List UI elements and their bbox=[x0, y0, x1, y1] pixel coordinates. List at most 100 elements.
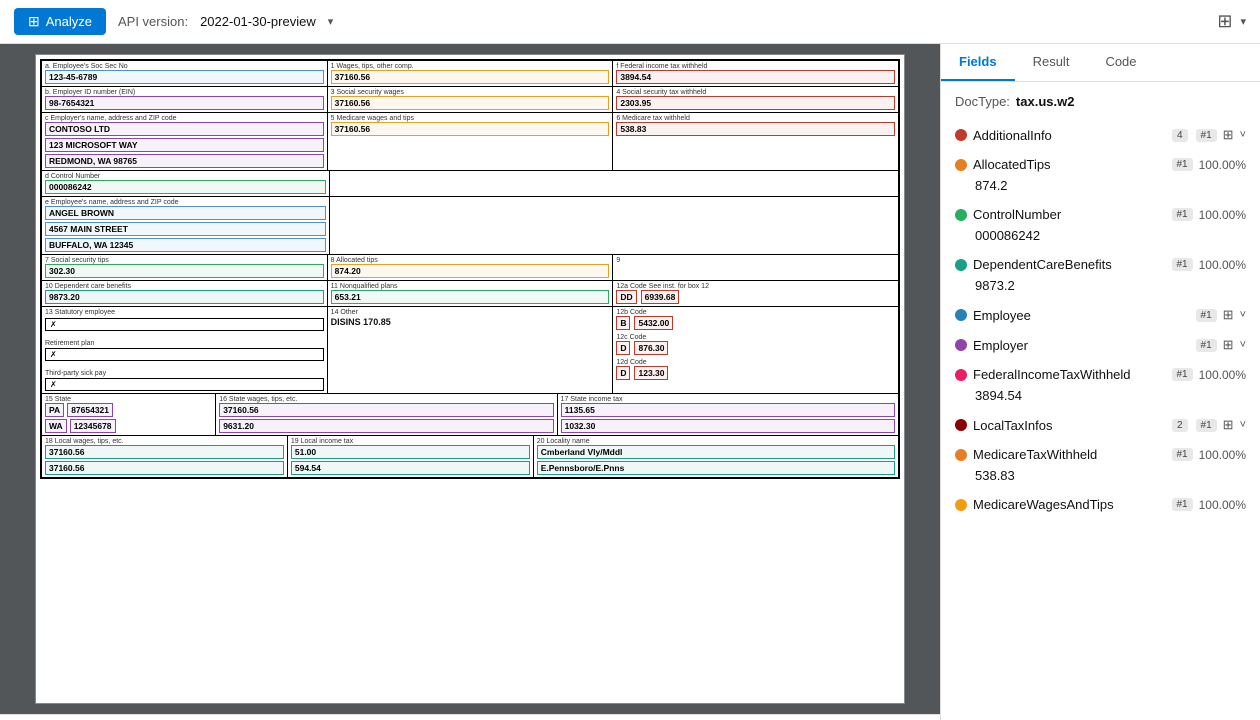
nonqual-label: 11 Nonqualified plans bbox=[331, 283, 610, 290]
analyze-icon: ⊞ bbox=[28, 13, 40, 30]
field-badge-medicare-wages: #1 bbox=[1172, 498, 1193, 511]
field-badge-local-tax: 2 bbox=[1172, 419, 1188, 432]
field-chevron-additional-info[interactable]: ˅ bbox=[1240, 129, 1246, 141]
field-confidence-dependent-care: 100.00% bbox=[1199, 258, 1246, 272]
api-version-value: 2022-01-30-preview bbox=[200, 14, 316, 29]
field-item-additional-info: AdditionalInfo 4 #1 ⊞ ˅ bbox=[955, 123, 1246, 147]
field-value-allocated-tips: 874.2 bbox=[955, 176, 1246, 197]
field-badge-employer: #1 bbox=[1196, 339, 1217, 352]
box12b-label: 12b Code bbox=[616, 309, 895, 316]
field-name-federal-income-tax: FederalIncomeTaxWithheld bbox=[973, 367, 1164, 382]
field-dot-medicare-tax bbox=[955, 449, 967, 461]
field-name-medicare-wages: MedicareWagesAndTips bbox=[973, 497, 1164, 512]
box12d-label: 12d Code bbox=[616, 359, 895, 366]
api-version-chevron[interactable]: ▾ bbox=[328, 15, 334, 28]
ss-tax-label: 4 Social security tax withheld bbox=[616, 89, 895, 96]
state-id2-value: 12345678 bbox=[70, 419, 116, 433]
field-chevron-local-tax[interactable]: ˅ bbox=[1240, 419, 1246, 431]
right-panel: Fields Result Code DocType: tax.us.w2 Ad… bbox=[940, 44, 1260, 720]
field-table-icon-additional-info[interactable]: ⊞ bbox=[1223, 127, 1234, 143]
box12a-label: 12a Code See inst. for box 12 bbox=[616, 283, 895, 290]
field-item-allocated-tips: AllocatedTips #1 100.00% 874.2 bbox=[955, 153, 1246, 197]
document-canvas: a. Employee's Soc Sec No 123-45-6789 1 W… bbox=[35, 54, 905, 704]
field-badge-allocated-tips: #1 bbox=[1172, 158, 1193, 171]
field-value-dependent-care: 9873.2 bbox=[955, 276, 1246, 297]
locality-label: 20 Locality name bbox=[537, 438, 895, 445]
wages-label: 1 Wages, tips, other comp. bbox=[331, 63, 610, 70]
locality2-value: E.Pennsboro/E.Pnns bbox=[537, 461, 895, 475]
box12c-label: 12c Code bbox=[616, 334, 895, 341]
local-tax1-value: 51.00 bbox=[291, 445, 530, 459]
field-name-dependent-care: DependentCareBenefits bbox=[973, 257, 1164, 272]
val12c-value: 876.30 bbox=[634, 341, 668, 355]
field-name-employee: Employee bbox=[973, 308, 1188, 323]
ss-tips-label: 7 Social security tips bbox=[45, 257, 324, 264]
employee-addr1-value: 4567 MAIN STREET bbox=[45, 222, 326, 236]
analyze-button[interactable]: ⊞ Analyze bbox=[14, 8, 106, 35]
tab-code[interactable]: Code bbox=[1087, 44, 1154, 81]
code12b-value: B bbox=[616, 316, 630, 330]
retirement-checkbox: ✗ bbox=[45, 348, 324, 361]
code12d-value: D bbox=[616, 366, 630, 380]
field-header-employee[interactable]: Employee #1 ⊞ ˅ bbox=[955, 303, 1246, 327]
field-name-control-number: ControlNumber bbox=[973, 207, 1164, 222]
ein-label: b. Employer ID number (EIN) bbox=[45, 89, 324, 96]
field-header-allocated-tips[interactable]: AllocatedTips #1 100.00% bbox=[955, 153, 1246, 176]
field-dot-employee bbox=[955, 309, 967, 321]
field-chevron-employee[interactable]: ˅ bbox=[1240, 309, 1246, 321]
field-badge-federal-income-tax: #1 bbox=[1172, 368, 1193, 381]
tab-fields[interactable]: Fields bbox=[941, 44, 1015, 81]
alloc-tips-label: 8 Allocated tips bbox=[331, 257, 610, 264]
field-header-federal-income-tax[interactable]: FederalIncomeTaxWithheld #1 100.00% bbox=[955, 363, 1246, 386]
document-viewer: a. Employee's Soc Sec No 123-45-6789 1 W… bbox=[0, 44, 940, 720]
dep-care-label: 10 Dependent care benefits bbox=[45, 283, 324, 290]
field-dot-additional-info bbox=[955, 129, 967, 141]
field-value-medicare-tax: 538.83 bbox=[955, 466, 1246, 487]
ss-wages-value: 37160.56 bbox=[331, 96, 610, 110]
field-header-medicare-tax[interactable]: MedicareTaxWithheld #1 100.00% bbox=[955, 443, 1246, 466]
field-table-icon-employee[interactable]: ⊞ bbox=[1223, 307, 1234, 323]
field-dot-dependent-care bbox=[955, 259, 967, 271]
state-tax1-value: 1135.65 bbox=[561, 403, 895, 417]
field-chevron-employer[interactable]: ˅ bbox=[1240, 339, 1246, 351]
employee-name-label: e Employee's name, address and ZIP code bbox=[45, 199, 326, 206]
employer-addr2-value: REDMOND, WA 98765 bbox=[45, 154, 324, 168]
field-header-control-number[interactable]: ControlNumber #1 100.00% bbox=[955, 203, 1246, 226]
field-header-dependent-care[interactable]: DependentCareBenefits #1 100.00% bbox=[955, 253, 1246, 276]
field-confidence-allocated-tips: 100.00% bbox=[1199, 158, 1246, 172]
other-value: DISINS 170.85 bbox=[331, 317, 610, 327]
field-header-medicare-wages[interactable]: MedicareWagesAndTips #1 100.00% bbox=[955, 493, 1246, 516]
medicare-wages-label: 5 Medicare wages and tips bbox=[331, 115, 610, 122]
toolbar-right: ⊞ ▾ bbox=[1217, 11, 1246, 32]
state-wages1-value: 37160.56 bbox=[219, 403, 553, 417]
field-table-icon-employer[interactable]: ⊞ bbox=[1223, 337, 1234, 353]
dep-care-value: 9873.20 bbox=[45, 290, 324, 304]
state2-value: WA bbox=[45, 419, 67, 433]
doctype-label: DocType: bbox=[955, 94, 1010, 109]
alloc-tips-value: 874.20 bbox=[331, 264, 610, 278]
field-confidence-control-number: 100.00% bbox=[1199, 208, 1246, 222]
document-nav: ‹ of 1 › − + ⛶ ↺ bbox=[0, 714, 940, 720]
field-header-additional-info[interactable]: AdditionalInfo 4 #1 ⊞ ˅ bbox=[955, 123, 1246, 147]
tab-result[interactable]: Result bbox=[1015, 44, 1088, 81]
field-dot-local-tax bbox=[955, 419, 967, 431]
field-header-employer[interactable]: Employer #1 ⊞ ˅ bbox=[955, 333, 1246, 357]
state1-value: PA bbox=[45, 403, 64, 417]
code12a-value: DD bbox=[616, 290, 636, 304]
local-tax2-value: 594.54 bbox=[291, 461, 530, 475]
layers-chevron[interactable]: ▾ bbox=[1240, 15, 1246, 28]
api-version-label: API version: bbox=[118, 14, 188, 29]
layers-icon[interactable]: ⊞ bbox=[1217, 11, 1232, 32]
field-item-employee: Employee #1 ⊞ ˅ bbox=[955, 303, 1246, 327]
val12b-value: 5432.00 bbox=[634, 316, 673, 330]
code12c-value: D bbox=[616, 341, 630, 355]
field-table-icon-local-tax[interactable]: ⊞ bbox=[1223, 417, 1234, 433]
w2-form: a. Employee's Soc Sec No 123-45-6789 1 W… bbox=[40, 59, 900, 479]
field-confidence-federal-income-tax: 100.00% bbox=[1199, 368, 1246, 382]
field-item-medicare-wages: MedicareWagesAndTips #1 100.00% bbox=[955, 493, 1246, 516]
state-tax-label: 17 State income tax bbox=[561, 396, 895, 403]
panel-body: DocType: tax.us.w2 AdditionalInfo 4 #1 ⊞… bbox=[941, 82, 1260, 720]
field-badge-employee: #1 bbox=[1196, 309, 1217, 322]
nonqual-value: 653.21 bbox=[331, 290, 610, 304]
field-header-local-tax[interactable]: LocalTaxInfos 2 #1 ⊞ ˅ bbox=[955, 413, 1246, 437]
